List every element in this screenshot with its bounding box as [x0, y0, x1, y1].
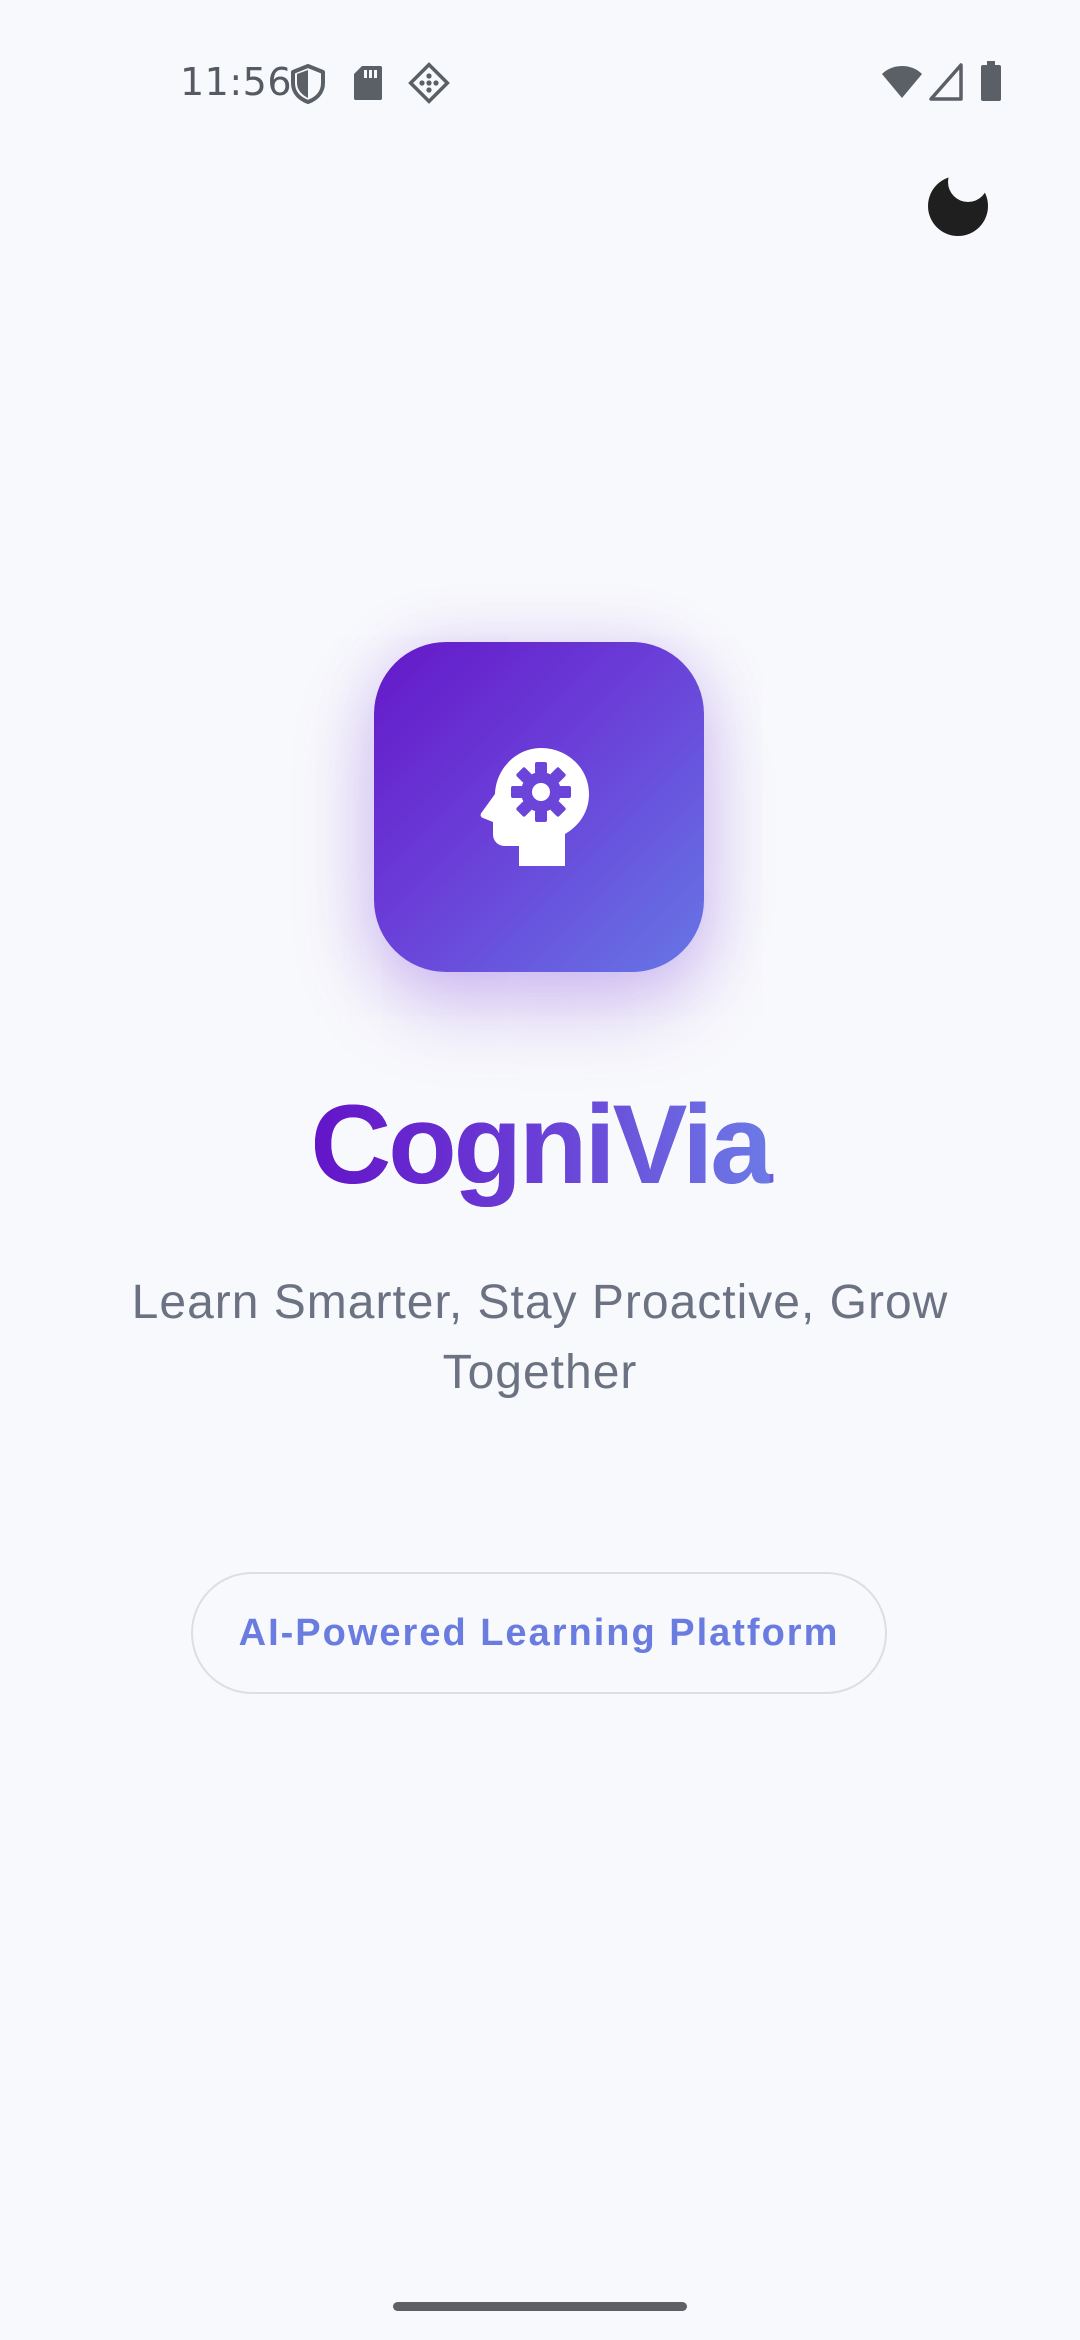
home-indicator[interactable] — [393, 2302, 687, 2311]
status-bar: 11:56 — [0, 0, 1080, 160]
head-gear-icon — [480, 748, 589, 866]
app-notification-icon — [408, 62, 450, 104]
platform-badge: AI-Powered Learning Platform — [191, 1572, 887, 1694]
app-name: CogniVia — [0, 1080, 1080, 1210]
sd-card-icon — [354, 66, 382, 100]
platform-badge-label: AI-Powered Learning Platform — [238, 1611, 840, 1654]
theme-toggle-button[interactable] — [916, 164, 996, 244]
app-logo — [374, 642, 704, 972]
wifi-icon — [882, 66, 922, 98]
tagline: Learn Smarter, Stay Proactive, Grow Toge… — [131, 1276, 949, 1399]
status-time: 11:56 — [180, 60, 293, 104]
cell-signal-icon — [929, 63, 963, 101]
battery-icon — [981, 61, 1001, 101]
app-name-text: CogniVia — [310, 1082, 772, 1207]
vpn-shield-icon — [291, 64, 325, 104]
moon-icon — [928, 176, 988, 236]
